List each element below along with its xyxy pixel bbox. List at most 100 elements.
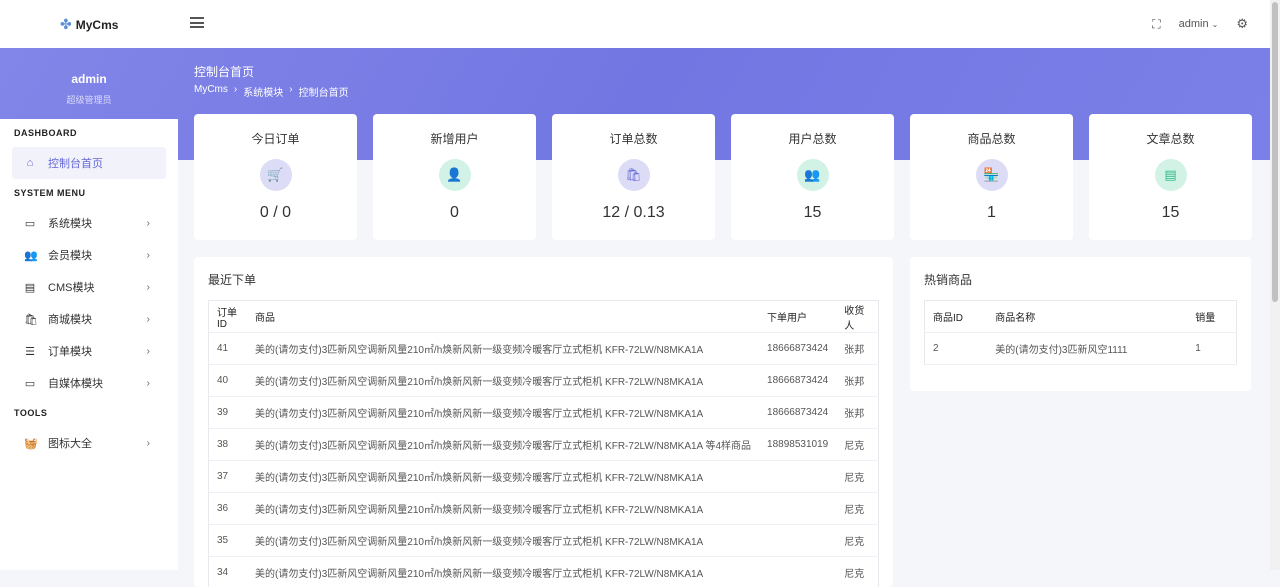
table-cell — [759, 493, 836, 525]
chevron-right-icon: › — [147, 314, 150, 325]
table-row[interactable]: 34美的(请勿支付)3匹新风空调新风量210㎡/h焕新风新一级变频冷暖客厅立式柜… — [209, 557, 879, 587]
table-cell — [759, 525, 836, 557]
users-icon: 👥 — [24, 249, 36, 262]
column-header: 商品ID — [925, 301, 988, 333]
gear-icon[interactable]: ⚙ — [1236, 16, 1248, 32]
stat-card: 今日订单🛒0 / 0 — [194, 114, 357, 240]
table-cell: 尼克 — [836, 525, 878, 557]
column-header: 商品名称 — [987, 301, 1187, 333]
breadcrumb: MyCms› 系统模块› 控制台首页 — [194, 84, 349, 99]
video-icon: ▭ — [24, 377, 36, 390]
sidebar-item[interactable]: 🧺图标大全› — [12, 427, 166, 459]
list-icon: ☰ — [24, 345, 36, 358]
table-cell: 张邦 — [836, 333, 878, 365]
shopping-bag-icon: 🛍 — [24, 313, 36, 326]
stat-card: 新增用户👤0 — [373, 114, 536, 240]
table-row[interactable]: 38美的(请勿支付)3匹新风空调新风量210㎡/h焕新风新一级变频冷暖客厅立式柜… — [209, 429, 879, 461]
logo-icon: ✤ — [60, 16, 72, 33]
table-row[interactable]: 35美的(请勿支付)3匹新风空调新风量210㎡/h焕新风新一级变频冷暖客厅立式柜… — [209, 525, 879, 557]
table-cell: 尼克 — [836, 493, 878, 525]
table-cell: 18666873424 — [759, 397, 836, 429]
menu-toggle-icon[interactable] — [190, 17, 204, 28]
table-cell: 尼克 — [836, 557, 878, 587]
chevron-right-icon: › — [147, 438, 150, 449]
table-cell: 36 — [209, 493, 248, 525]
column-header: 订单ID — [209, 301, 248, 333]
recent-orders-panel: 最近下单 订单ID商品下单用户收货人41美的(请勿支付)3匹新风空调新风量210… — [194, 257, 893, 587]
chevron-right-icon: › — [147, 346, 150, 357]
sidebar-item[interactable]: 🛍商城模块› — [12, 303, 166, 335]
table-row[interactable]: 39美的(请勿支付)3匹新风空调新风量210㎡/h焕新风新一级变频冷暖客厅立式柜… — [209, 397, 879, 429]
table-row[interactable]: 36美的(请勿支付)3匹新风空调新风量210㎡/h焕新风新一级变频冷暖客厅立式柜… — [209, 493, 879, 525]
column-header: 商品 — [247, 301, 759, 333]
table-cell: 18666873424 — [759, 333, 836, 365]
table-cell: 美的(请勿支付)3匹新风空调新风量210㎡/h焕新风新一级变频冷暖客厅立式柜机 … — [247, 429, 759, 461]
home-icon: ⌂ — [24, 157, 36, 169]
sidebar-item[interactable]: 👥会员模块› — [12, 239, 166, 271]
table-cell: 美的(请勿支付)3匹新风空调新风量210㎡/h焕新风新一级变频冷暖客厅立式柜机 … — [247, 493, 759, 525]
table-cell — [759, 557, 836, 587]
table-cell: 张邦 — [836, 365, 878, 397]
store-icon: 🏪 — [976, 159, 1008, 191]
chevron-right-icon: › — [234, 84, 237, 99]
stat-card: 订单总数🛍12 / 0.13 — [552, 114, 715, 240]
breadcrumb-item[interactable]: 系统模块 — [243, 84, 283, 99]
monitor-icon: ▭ — [24, 217, 36, 230]
table-cell — [759, 461, 836, 493]
sidebar-item[interactable]: ▤CMS模块› — [12, 271, 166, 303]
breadcrumb-item: 控制台首页 — [299, 84, 349, 99]
top-header: ✤MyCms ⛶ admin ⌄ ⚙ — [0, 0, 1270, 48]
sidebar: DASHBOARD⌂控制台首页SYSTEM MENU▭系统模块›👥会员模块›▤C… — [0, 119, 178, 570]
bag-icon: 🛍 — [618, 159, 650, 191]
sidebar-section-title: TOOLS — [0, 399, 178, 427]
table-row[interactable]: 40美的(请勿支付)3匹新风空调新风量210㎡/h焕新风新一级变频冷暖客厅立式柜… — [209, 365, 879, 397]
panel-title: 最近下单 — [194, 257, 893, 288]
table-cell: 39 — [209, 397, 248, 429]
table-row[interactable]: 41美的(请勿支付)3匹新风空调新风量210㎡/h焕新风新一级变频冷暖客厅立式柜… — [209, 333, 879, 365]
user-dropdown[interactable]: admin ⌄ — [1179, 18, 1219, 30]
hot-products-panel: 热销商品 商品ID商品名称销量2美的(请勿支付)3匹新风空11111 — [910, 257, 1251, 391]
sidebar-item[interactable]: ⌂控制台首页 — [12, 147, 166, 179]
fullscreen-icon[interactable]: ⛶ — [1152, 17, 1160, 32]
basket-icon: 🧺 — [24, 437, 36, 450]
table-cell: 38 — [209, 429, 248, 461]
table-cell: 2 — [925, 333, 988, 365]
table-row[interactable]: 2美的(请勿支付)3匹新风空11111 — [925, 333, 1237, 365]
table-cell: 1 — [1187, 333, 1236, 365]
stat-card: 文章总数▤15 — [1089, 114, 1252, 240]
table-cell: 美的(请勿支付)3匹新风空调新风量210㎡/h焕新风新一级变频冷暖客厅立式柜机 … — [247, 333, 759, 365]
stat-card: 商品总数🏪1 — [910, 114, 1073, 240]
table-cell: 34 — [209, 557, 248, 587]
panel-title: 热销商品 — [910, 257, 1251, 288]
sidebar-section-title: DASHBOARD — [0, 119, 178, 147]
table-cell: 美的(请勿支付)3匹新风空1111 — [987, 333, 1187, 365]
sidebar-item[interactable]: ☰订单模块› — [12, 335, 166, 367]
table-cell: 18898531019 — [759, 429, 836, 461]
table-cell: 美的(请勿支付)3匹新风空调新风量210㎡/h焕新风新一级变频冷暖客厅立式柜机 … — [247, 365, 759, 397]
user-icon: 👤 — [439, 159, 471, 191]
stat-card: 用户总数👥15 — [731, 114, 894, 240]
column-header: 收货人 — [836, 301, 878, 333]
recent-orders-table: 订单ID商品下单用户收货人41美的(请勿支付)3匹新风空调新风量210㎡/h焕新… — [208, 300, 879, 587]
users-icon: 👥 — [797, 159, 829, 191]
hot-products-table: 商品ID商品名称销量2美的(请勿支付)3匹新风空11111 — [924, 300, 1237, 365]
table-cell: 18666873424 — [759, 365, 836, 397]
table-cell: 美的(请勿支付)3匹新风空调新风量210㎡/h焕新风新一级变频冷暖客厅立式柜机 … — [247, 397, 759, 429]
logo[interactable]: ✤MyCms — [60, 16, 118, 33]
sidebar-section-title: SYSTEM MENU — [0, 179, 178, 207]
table-cell: 尼克 — [836, 429, 878, 461]
chevron-right-icon: › — [147, 218, 150, 229]
table-cell: 张邦 — [836, 397, 878, 429]
table-cell: 美的(请勿支付)3匹新风空调新风量210㎡/h焕新风新一级变频冷暖客厅立式柜机 … — [247, 461, 759, 493]
scrollbar[interactable] — [1270, 0, 1280, 570]
document-icon: ▤ — [1155, 159, 1187, 191]
breadcrumb-item[interactable]: MyCms — [194, 84, 228, 99]
table-row[interactable]: 37美的(请勿支付)3匹新风空调新风量210㎡/h焕新风新一级变频冷暖客厅立式柜… — [209, 461, 879, 493]
chevron-right-icon: › — [147, 378, 150, 389]
sidebar-item[interactable]: ▭自媒体模块› — [12, 367, 166, 399]
table-cell: 37 — [209, 461, 248, 493]
table-cell: 尼克 — [836, 461, 878, 493]
sidebar-item[interactable]: ▭系统模块› — [12, 207, 166, 239]
page-title: 控制台首页 — [194, 63, 254, 80]
chevron-right-icon: › — [147, 250, 150, 261]
